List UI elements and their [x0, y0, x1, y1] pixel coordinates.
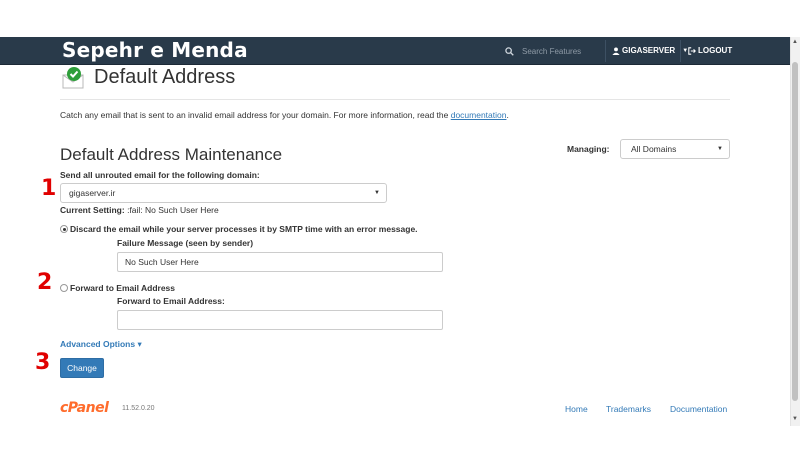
nav-divider: [680, 40, 681, 62]
search-input[interactable]: [522, 46, 602, 56]
scroll-down-arrow-icon[interactable]: ▼: [792, 416, 798, 422]
nav-divider: [605, 40, 606, 62]
step-marker-3: 3: [35, 350, 51, 375]
search-box[interactable]: [505, 43, 605, 59]
failure-message-input[interactable]: [117, 252, 443, 272]
description-text: Catch any email that is sent to an inval…: [60, 110, 451, 120]
logout-button[interactable]: LOGOUT: [688, 46, 732, 55]
description-end: .: [506, 110, 509, 120]
step-marker-2: 2: [37, 270, 53, 295]
user-label: GIGASERVER: [622, 46, 676, 55]
current-setting: Current Setting: :fail: No Such User Her…: [60, 205, 219, 215]
failure-message-label: Failure Message (seen by sender): [117, 238, 254, 248]
page-title: Default Address: [94, 66, 236, 88]
discard-radio[interactable]: [60, 225, 68, 233]
domain-select[interactable]: gigaserver.ir ▼: [60, 183, 387, 203]
search-icon: [505, 46, 514, 56]
chevron-down-icon: ▼: [374, 190, 380, 196]
title-divider: [60, 99, 730, 100]
version-label: 11.52.0.20: [122, 405, 155, 412]
brand-logo[interactable]: Sepehr e Menda: [62, 38, 248, 62]
forward-radio[interactable]: [60, 284, 68, 292]
footer-link-trademarks[interactable]: Trademarks: [606, 404, 651, 414]
logout-icon: [688, 46, 696, 55]
change-button[interactable]: Change: [60, 358, 104, 378]
chevron-down-icon: ▼: [717, 146, 723, 152]
managing-label: Managing:: [567, 144, 610, 154]
discard-option-label[interactable]: Discard the email while your server proc…: [70, 224, 418, 234]
domain-label: Send all unrouted email for the followin…: [60, 170, 260, 180]
cpanel-logo: cPanel: [60, 400, 109, 416]
logout-label: LOGOUT: [698, 46, 733, 55]
section-title: Default Address Maintenance: [60, 145, 283, 164]
documentation-link[interactable]: documentation: [451, 110, 507, 120]
top-navbar: Sepehr e Menda GIGASERVER ▼ LOGOUT: [0, 37, 790, 65]
current-setting-label: Current Setting:: [60, 205, 125, 215]
user-icon: [612, 46, 620, 55]
current-setting-value: :fail: No Such User Here: [127, 205, 219, 215]
domain-select-value: gigaserver.ir: [69, 188, 116, 198]
scroll-up-arrow-icon[interactable]: ▲: [792, 39, 798, 45]
forward-option-label[interactable]: Forward to Email Address: [70, 283, 175, 293]
footer-link-home[interactable]: Home: [565, 404, 588, 414]
page-description: Catch any email that is sent to an inval…: [60, 110, 509, 120]
step-marker-1: 1: [41, 176, 57, 201]
envelope-check-icon: [62, 67, 84, 89]
managing-select-value: All Domains: [631, 144, 677, 154]
forward-address-label: Forward to Email Address:: [117, 296, 225, 306]
user-menu[interactable]: GIGASERVER ▼: [612, 46, 688, 55]
forward-address-input[interactable]: [117, 310, 443, 330]
footer-link-documentation[interactable]: Documentation: [670, 404, 727, 414]
scrollbar-thumb[interactable]: [792, 62, 798, 401]
managing-select[interactable]: All Domains ▼: [620, 139, 730, 159]
advanced-options-toggle[interactable]: Advanced Options ▾: [60, 339, 142, 350]
